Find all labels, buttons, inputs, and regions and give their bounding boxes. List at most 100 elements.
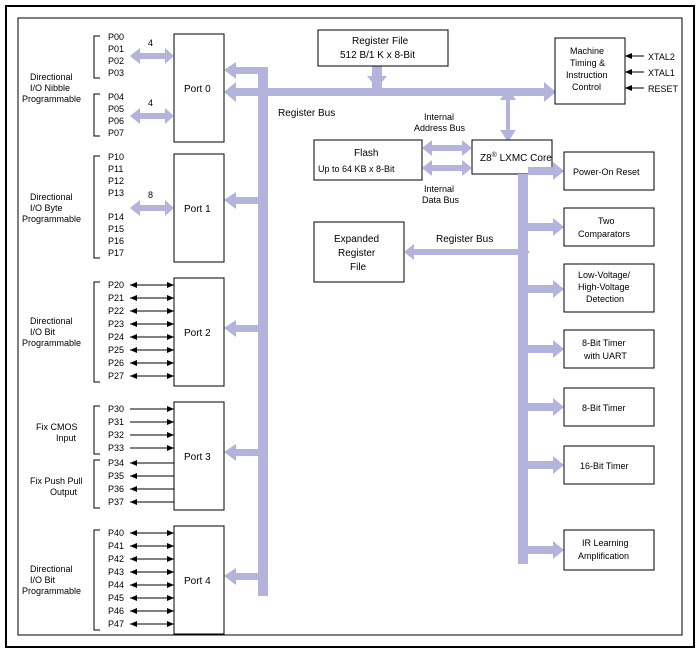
svg-text:XTAL2: XTAL2 [648,52,675,62]
port1-width: 8 [148,190,153,200]
svg-text:Low-Voltage/: Low-Voltage/ [578,270,631,280]
svg-text:Up to 64 KB x 8-Bit: Up to 64 KB x 8-Bit [318,164,395,174]
svg-text:Two: Two [598,216,615,226]
svg-text:File: File [350,262,367,273]
svg-text:Input: Input [56,433,77,443]
svg-text:8-Bit Timer: 8-Bit Timer [582,403,626,413]
svg-text:Programmable: Programmable [22,338,81,348]
svg-text:Register Bus: Register Bus [436,234,493,245]
svg-text:P02: P02 [108,56,124,66]
svg-text:I/O Byte: I/O Byte [30,203,63,213]
svg-text:Output: Output [50,487,78,497]
svg-text:IR Learning: IR Learning [582,538,629,548]
svg-text:Directional: Directional [30,564,73,574]
port0-vstub [258,67,268,96]
ir-block [564,530,654,570]
vertical-right-bus [518,174,528,564]
svg-text:Instruction: Instruction [566,70,608,80]
svg-text:P33: P33 [108,443,124,453]
svg-text:Expanded: Expanded [334,234,379,245]
svg-text:Directional: Directional [30,72,73,82]
svg-text:P12: P12 [108,176,124,186]
svg-text:P03: P03 [108,68,124,78]
register-bus-label: Register Bus [278,108,335,119]
svg-text:P32: P32 [108,430,124,440]
svg-text:Programmable: Programmable [22,214,81,224]
svg-text:16-Bit Timer: 16-Bit Timer [580,461,629,471]
svg-text:Programmable: Programmable [22,586,81,596]
svg-text:P43: P43 [108,567,124,577]
svg-text:P13: P13 [108,188,124,198]
svg-text:XTAL1: XTAL1 [648,68,675,78]
svg-text:Control: Control [572,82,601,92]
svg-text:P23: P23 [108,319,124,329]
svg-text:8-Bit Timer: 8-Bit Timer [582,338,626,348]
port0-bot-width: 4 [148,98,153,108]
svg-text:P07: P07 [108,128,124,138]
svg-text:P31: P31 [108,417,124,427]
svg-text:Directional: Directional [30,192,73,202]
comparators-block [564,208,654,246]
port3-label: Port 3 [184,452,211,463]
svg-text:P10: P10 [108,152,124,162]
svg-text:with UART: with UART [583,351,627,361]
block-diagram: Register Bus Port 0 P00 P01 P02 P03 P04 … [0,0,700,653]
svg-text:Data Bus: Data Bus [422,195,460,205]
port4-label: Port 4 [184,576,211,587]
svg-text:I/O Bit: I/O Bit [30,575,56,585]
port0-top-width: 4 [148,38,153,48]
svg-text:I/O Nibble: I/O Nibble [30,83,70,93]
svg-text:P35: P35 [108,471,124,481]
svg-text:Address Bus: Address Bus [414,123,466,133]
svg-text:P26: P26 [108,358,124,368]
svg-text:Detection: Detection [586,294,624,304]
svg-text:P00: P00 [108,32,124,42]
svg-text:512 B/1 K x 8-Bit: 512 B/1 K x 8-Bit [340,50,415,61]
svg-text:P22: P22 [108,306,124,316]
svg-text:High-Voltage: High-Voltage [578,282,630,292]
svg-text:P41: P41 [108,541,124,551]
svg-text:P17: P17 [108,248,124,258]
svg-text:Register File: Register File [352,36,409,47]
svg-text:Timing &: Timing & [570,58,605,68]
flash-block [314,140,422,180]
svg-text:Register: Register [338,248,376,259]
svg-text:P47: P47 [108,619,124,629]
svg-text:P14: P14 [108,212,124,222]
svg-text:P46: P46 [108,606,124,616]
svg-text:Flash: Flash [354,148,378,159]
svg-text:Directional: Directional [30,316,73,326]
svg-text:P01: P01 [108,44,124,54]
svg-text:Programmable: Programmable [22,94,81,104]
svg-text:RESET: RESET [648,84,679,94]
svg-text:Comparators: Comparators [578,229,631,239]
port1-label: Port 1 [184,204,211,215]
svg-text:I/O Bit: I/O Bit [30,327,56,337]
port0-label: Port 0 [184,84,211,95]
svg-text:P40: P40 [108,528,124,538]
svg-text:Internal: Internal [424,112,454,122]
svg-text:Fix CMOS: Fix CMOS [36,422,78,432]
svg-text:P21: P21 [108,293,124,303]
svg-text:P04: P04 [108,92,124,102]
svg-text:P36: P36 [108,484,124,494]
svg-text:P30: P30 [108,404,124,414]
core-label: Z8® LXMC Core [480,151,552,164]
svg-text:P15: P15 [108,224,124,234]
svg-text:P16: P16 [108,236,124,246]
svg-text:P24: P24 [108,332,124,342]
svg-text:P11: P11 [108,164,123,174]
svg-text:P25: P25 [108,345,124,355]
svg-text:P45: P45 [108,593,124,603]
svg-text:P06: P06 [108,116,124,126]
svg-text:P34: P34 [108,458,124,468]
svg-text:P05: P05 [108,104,124,114]
port2-label: Port 2 [184,328,211,339]
svg-text:P20: P20 [108,280,124,290]
svg-text:P42: P42 [108,554,124,564]
timer8-uart-block [564,330,654,368]
svg-text:Power-On Reset: Power-On Reset [573,167,640,177]
svg-text:Machine: Machine [570,46,604,56]
svg-text:Amplification: Amplification [578,551,629,561]
svg-text:P37: P37 [108,497,124,507]
